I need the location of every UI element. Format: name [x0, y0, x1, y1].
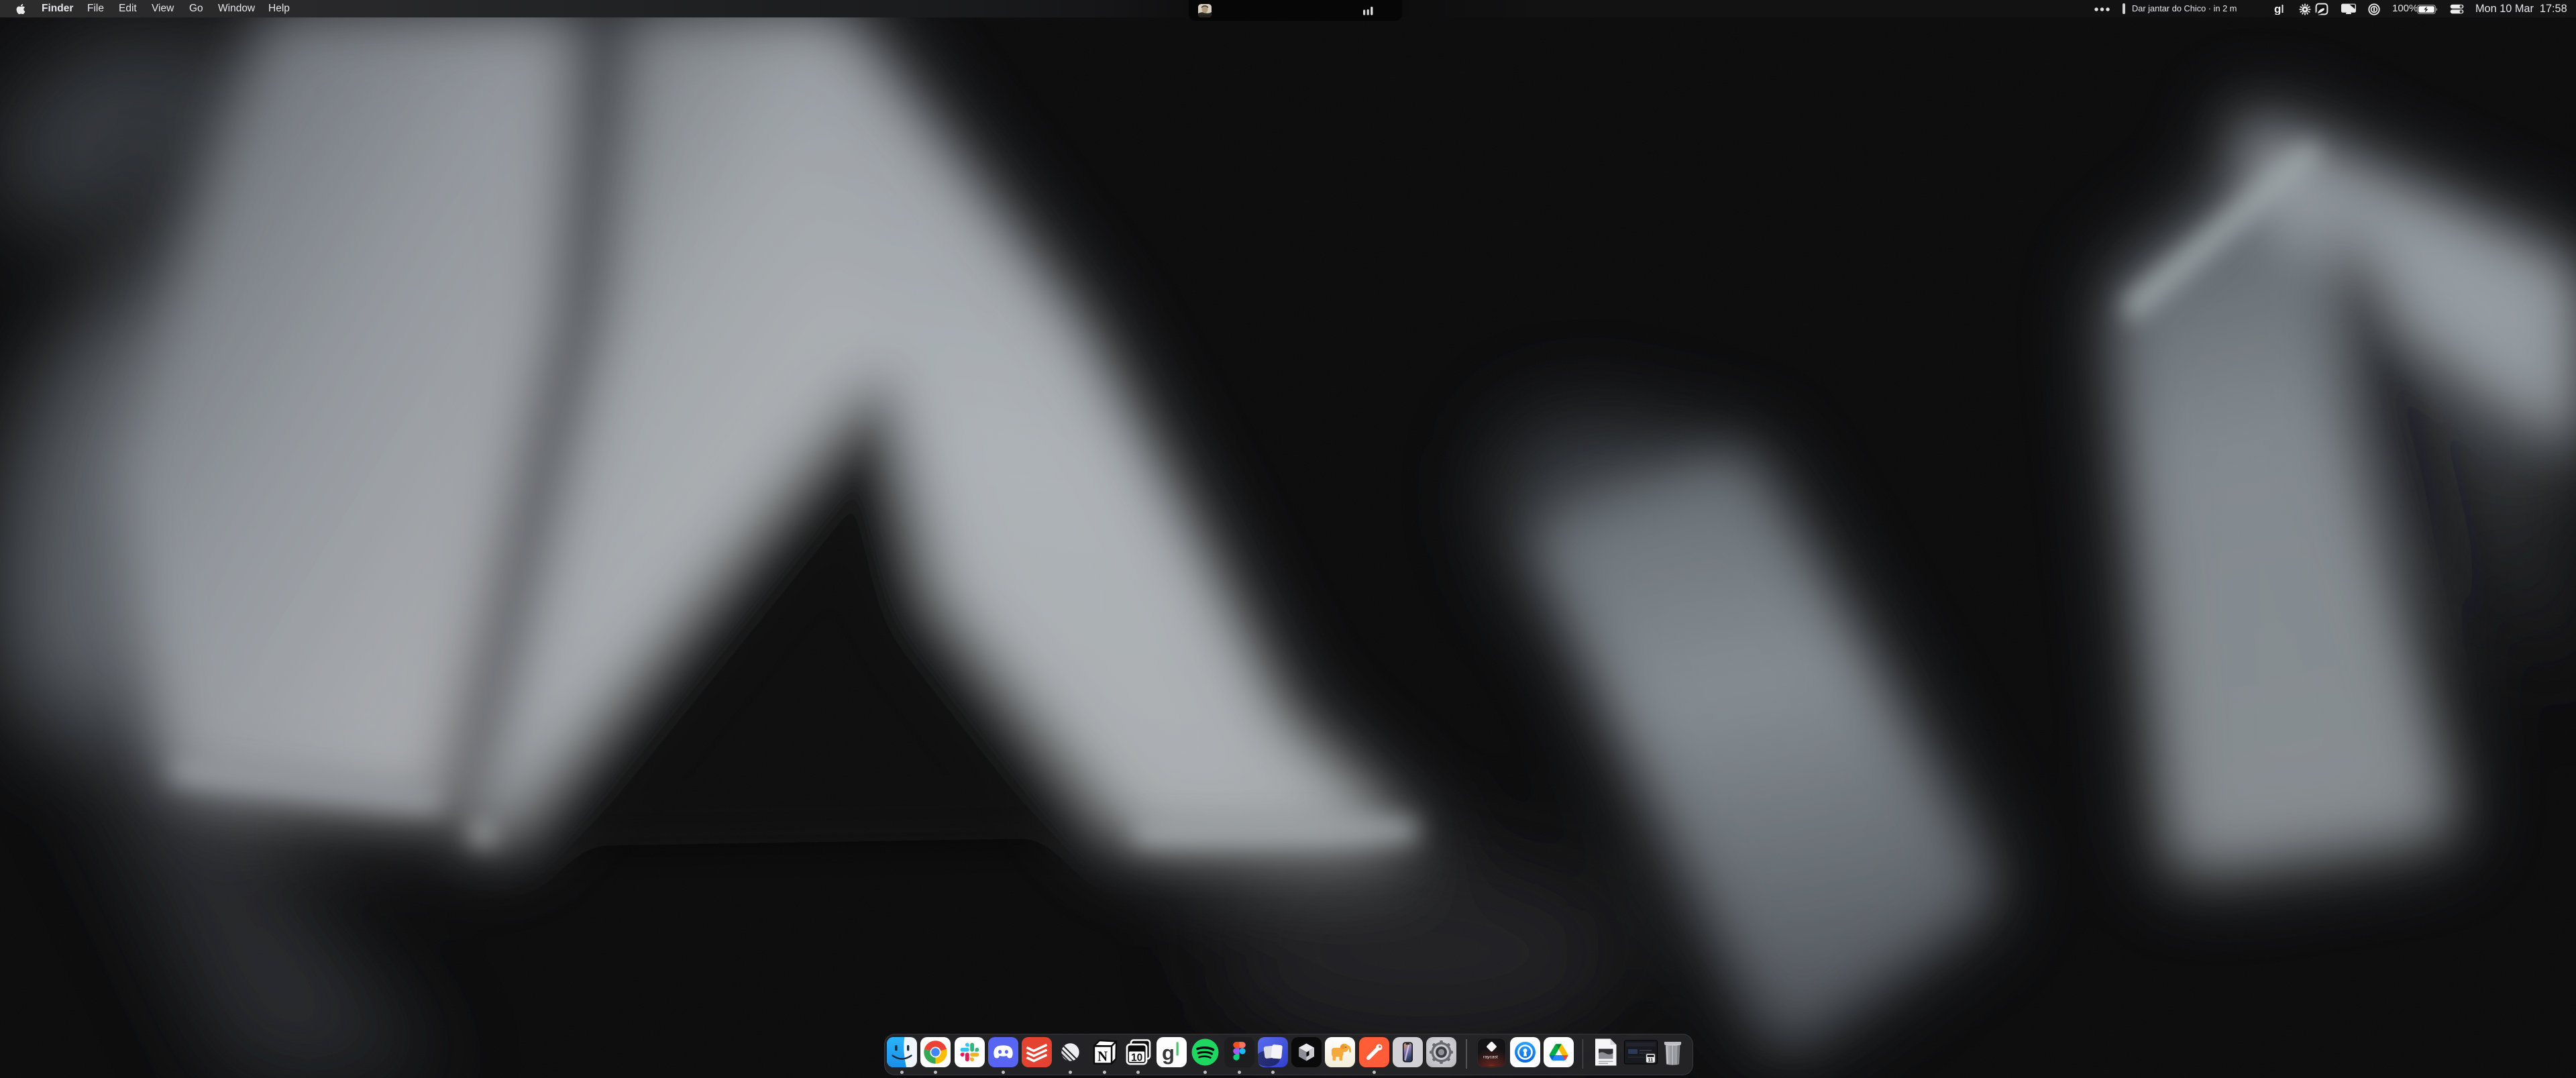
svg-text:N: N — [1097, 1048, 1108, 1065]
svg-text:11: 11 — [1648, 1057, 1654, 1063]
svg-text:g: g — [2274, 3, 2281, 15]
svg-text:raycast: raycast — [1483, 1055, 1498, 1060]
svg-text:10: 10 — [1131, 1053, 1142, 1064]
svg-text:g: g — [1162, 1041, 1175, 1065]
